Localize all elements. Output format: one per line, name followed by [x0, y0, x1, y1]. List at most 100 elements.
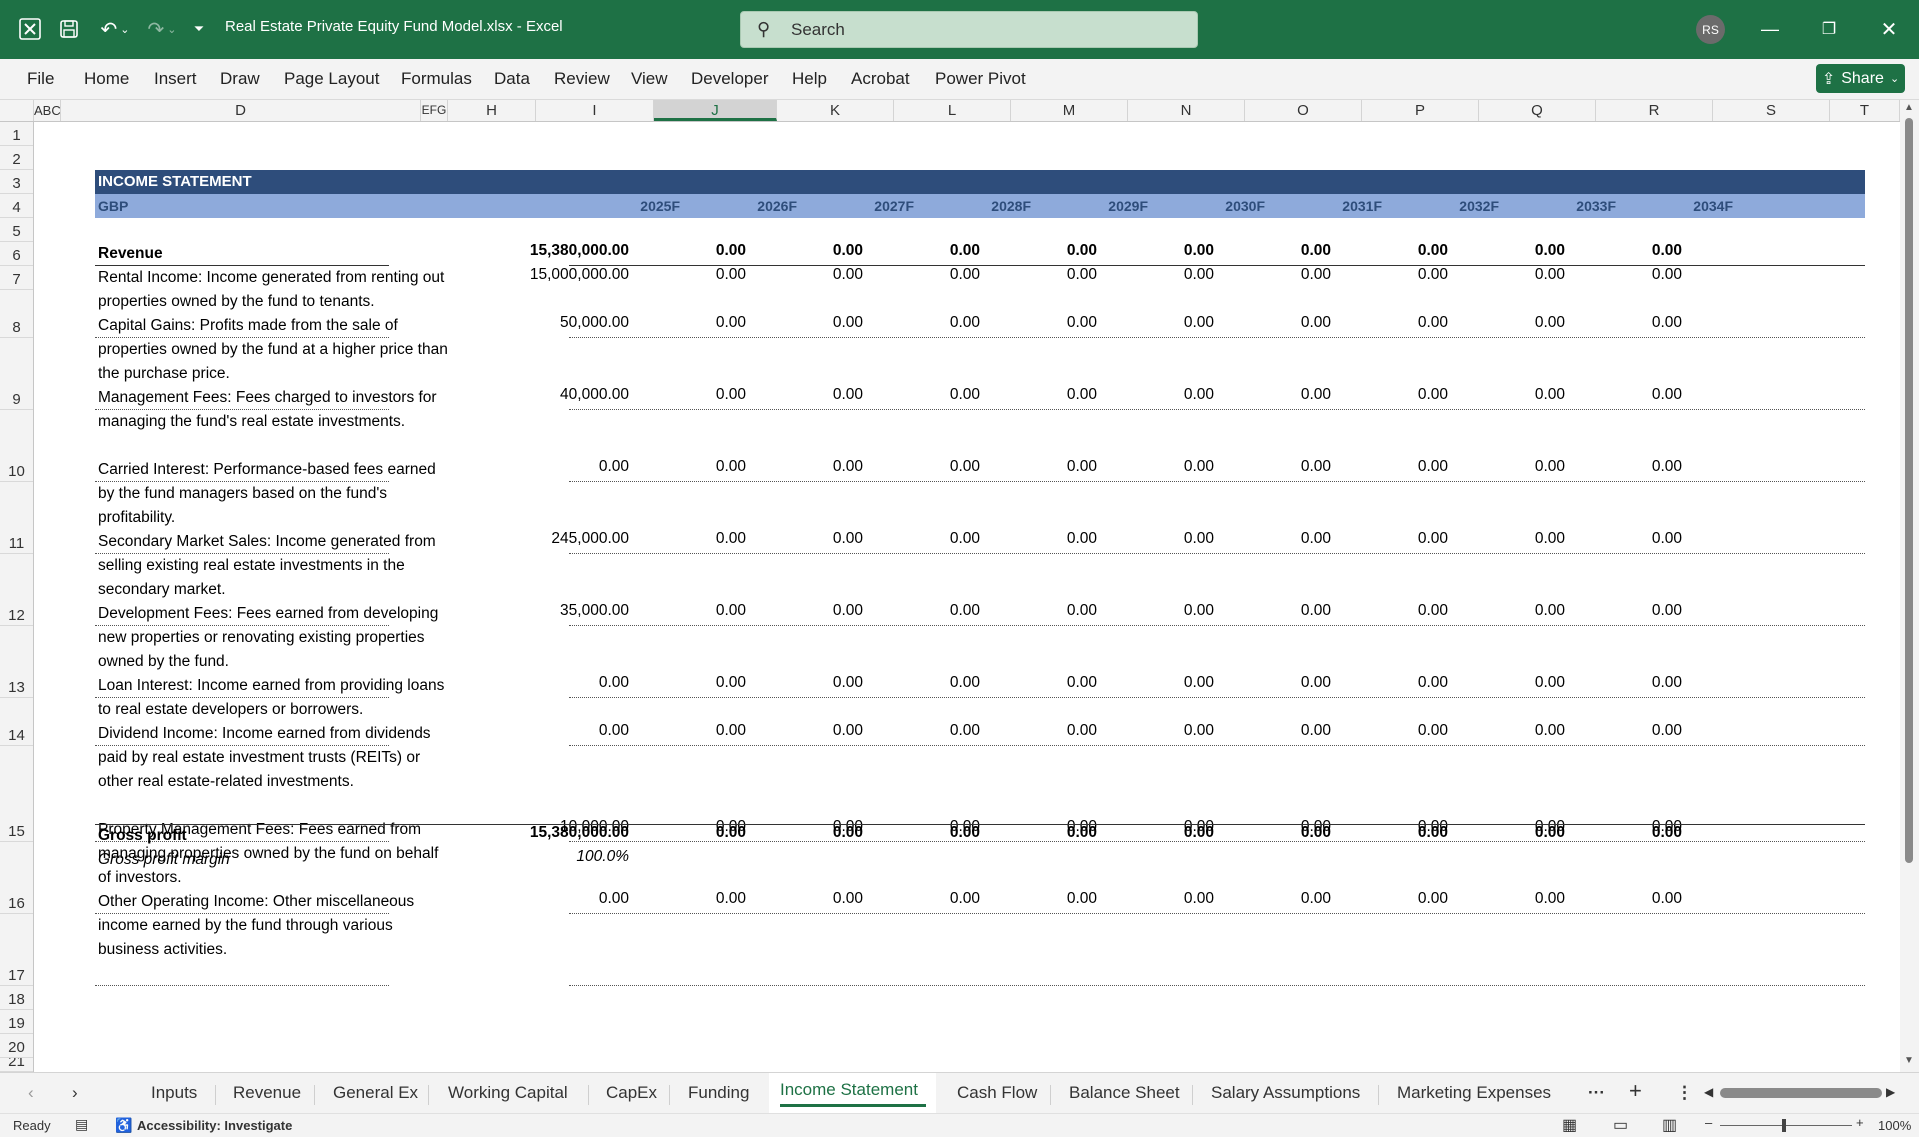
row-header[interactable]: 4 — [0, 194, 33, 218]
value-cell[interactable]: 0.00 — [870, 314, 980, 332]
value-cell[interactable]: 0.00 — [987, 314, 1097, 332]
row-header[interactable]: 16 — [0, 842, 33, 914]
row-header[interactable]: 17 — [0, 914, 33, 986]
row-header[interactable]: 3 — [0, 170, 33, 194]
zoom-in-icon[interactable]: + — [1856, 1115, 1864, 1130]
column-header-q[interactable]: Q — [1479, 100, 1596, 121]
value-cell[interactable]: 0.00 — [753, 386, 863, 404]
prev-sheet-icon[interactable]: ‹ — [28, 1083, 34, 1103]
value-cell[interactable]: 0.00 — [987, 242, 1097, 260]
redo-icon[interactable]: ↷ ⌄ — [142, 15, 182, 43]
close-icon[interactable]: ✕ — [1874, 15, 1904, 43]
select-all-corner[interactable] — [0, 100, 34, 121]
value-cell[interactable]: 0.00 — [1572, 386, 1682, 404]
value-cell[interactable]: 0.00 — [987, 824, 1097, 842]
value-cell[interactable]: 0.00 — [1572, 458, 1682, 476]
save-icon[interactable] — [55, 15, 83, 43]
column-header-d[interactable]: D — [61, 100, 421, 121]
column-header-k[interactable]: K — [777, 100, 894, 121]
value-cell[interactable]: 0.00 — [753, 458, 863, 476]
row-header[interactable]: 5 — [0, 218, 33, 242]
value-cell[interactable]: 0.00 — [870, 530, 980, 548]
value-cell[interactable]: 0.00 — [1104, 530, 1214, 548]
value-cell[interactable]: 0.00 — [636, 386, 746, 404]
zoom-out-icon[interactable]: – — [1705, 1115, 1712, 1130]
value-cell[interactable]: 0.00 — [1455, 602, 1565, 620]
tab-marketing-expenses[interactable]: Marketing Expenses — [1397, 1083, 1551, 1103]
menu-file[interactable]: File — [27, 69, 54, 89]
menu-review[interactable]: Review — [554, 69, 610, 89]
value-cell[interactable]: 0.00 — [1338, 386, 1448, 404]
column-header-s[interactable]: S — [1713, 100, 1830, 121]
column-header-p[interactable]: P — [1362, 100, 1479, 121]
row-header[interactable]: 11 — [0, 482, 33, 554]
value-cell[interactable]: 15,000,000.00 — [519, 266, 629, 284]
value-cell[interactable]: 0.00 — [519, 890, 629, 908]
value-cell[interactable]: 0.00 — [1338, 602, 1448, 620]
value-cell[interactable]: 0.00 — [1338, 530, 1448, 548]
vertical-scrollbar[interactable]: ▲ ▼ — [1900, 100, 1919, 1072]
scrollbar-thumb[interactable] — [1905, 118, 1913, 863]
value-cell[interactable]: 0.00 — [1455, 266, 1565, 284]
value-cell[interactable]: 0.00 — [1221, 674, 1331, 692]
avatar[interactable]: RS — [1696, 15, 1725, 44]
value-cell[interactable]: 0.00 — [1104, 242, 1214, 260]
column-header-l[interactable]: L — [894, 100, 1011, 121]
value-cell[interactable]: 0.00 — [1572, 242, 1682, 260]
row-header[interactable]: 7 — [0, 266, 33, 290]
tab-cash-flow[interactable]: Cash Flow — [957, 1083, 1037, 1103]
column-header-h[interactable]: H — [448, 100, 536, 121]
row-header[interactable]: 20 — [0, 1034, 33, 1058]
value-cell[interactable]: 0.00 — [753, 890, 863, 908]
value-cell[interactable]: 0.00 — [987, 266, 1097, 284]
value-cell[interactable]: 0.00 — [1104, 824, 1214, 842]
customize-toolbar-icon[interactable]: ⏷ — [190, 15, 208, 43]
page-layout-view-icon[interactable]: ▭ — [1613, 1115, 1628, 1135]
value-cell[interactable]: 0.00 — [1455, 722, 1565, 740]
value-cell[interactable]: 0.00 — [1338, 722, 1448, 740]
menu-view[interactable]: View — [631, 69, 668, 89]
value-cell[interactable]: 0.00 — [636, 722, 746, 740]
value-cell[interactable]: 0.00 — [870, 386, 980, 404]
menu-formulas[interactable]: Formulas — [401, 69, 472, 89]
row-header[interactable]: 18 — [0, 986, 33, 1010]
value-cell[interactable]: 0.00 — [1572, 266, 1682, 284]
value-cell[interactable]: 0.00 — [870, 890, 980, 908]
value-cell[interactable]: 0.00 — [1455, 458, 1565, 476]
value-cell[interactable]: 0.00 — [870, 674, 980, 692]
value-cell[interactable]: 0.00 — [1338, 242, 1448, 260]
zoom-slider[interactable] — [1720, 1125, 1852, 1126]
value-cell[interactable]: 0.00 — [753, 530, 863, 548]
value-cell[interactable]: 0.00 — [1221, 602, 1331, 620]
value-cell[interactable]: 0.00 — [753, 674, 863, 692]
value-cell[interactable]: 0.00 — [753, 314, 863, 332]
value-cell[interactable]: 0.00 — [1104, 314, 1214, 332]
next-sheet-icon[interactable]: › — [72, 1083, 78, 1103]
value-cell[interactable]: 0.00 — [987, 386, 1097, 404]
value-cell[interactable]: 0.00 — [987, 674, 1097, 692]
minimize-icon[interactable]: — — [1755, 15, 1785, 43]
row-header[interactable]: 13 — [0, 626, 33, 698]
value-cell[interactable]: 0.00 — [753, 266, 863, 284]
menu-insert[interactable]: Insert — [154, 69, 197, 89]
value-cell[interactable]: 0.00 — [1104, 266, 1214, 284]
accessibility-status[interactable]: Accessibility: Investigate — [137, 1118, 292, 1133]
value-cell[interactable]: 0.00 — [1104, 722, 1214, 740]
value-cell[interactable]: 40,000.00 — [519, 386, 629, 404]
column-header-abc[interactable]: ABC — [34, 100, 61, 121]
value-cell[interactable]: 0.00 — [753, 824, 863, 842]
menu-acrobat[interactable]: Acrobat — [851, 69, 910, 89]
value-cell[interactable]: 0.00 — [1338, 890, 1448, 908]
value-cell[interactable]: 0.00 — [987, 530, 1097, 548]
tab-working-capital[interactable]: Working Capital — [448, 1083, 568, 1103]
undo-icon[interactable]: ↶ ⌄ — [95, 15, 135, 43]
search-input[interactable]: ⚲ Search — [740, 11, 1198, 48]
menu-home[interactable]: Home — [84, 69, 129, 89]
value-cell[interactable]: 0.00 — [753, 242, 863, 260]
value-cell[interactable]: 0.00 — [1455, 890, 1565, 908]
value-cell[interactable]: 0.00 — [636, 824, 746, 842]
value-cell[interactable]: 15,380,000.00 — [519, 824, 629, 842]
value-cell[interactable]: 0.00 — [1104, 890, 1214, 908]
value-cell[interactable]: 0.00 — [636, 602, 746, 620]
row-header[interactable]: 8 — [0, 290, 33, 338]
